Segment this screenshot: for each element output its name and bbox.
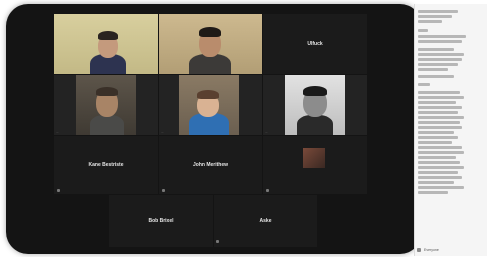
chat-message-line [418,53,464,56]
chat-message-line [418,166,464,169]
chat-message-line [418,58,462,61]
participant-tile-9[interactable] [263,136,367,194]
participant-caption-6: ... [265,130,268,134]
chat-message-line [418,126,462,129]
chat-message-line [418,116,464,119]
participant-caption-4: ... [56,130,59,134]
participant-tile-1[interactable]: ... [54,14,158,74]
chat-message-line [418,191,448,194]
chat-message-line [418,29,428,32]
chat-message-line [418,141,452,144]
chat-message-line [418,156,456,159]
muted-mic-icon [216,240,219,243]
chat-message-line [418,121,460,124]
participant-tile-6[interactable]: ... [263,75,367,135]
chat-recipient-label: Everyone [424,248,439,252]
chat-message-line [418,15,452,18]
chat-message-line [418,68,448,71]
video-call-window: ... ... Ulfuck ... ... ... Kane Bestrist… [6,4,422,254]
participant-tile-7[interactable]: Kane Bestriste [54,136,158,194]
participant-caption-2: ... [161,69,164,73]
participant-video-5 [179,75,239,135]
participant-video-6 [285,75,345,135]
participant-tile-2[interactable]: ... [159,14,262,74]
participant-name-8: John Merithew [192,162,229,168]
chat-panel[interactable]: Everyone [414,4,487,256]
chat-message-line [418,83,430,86]
participant-tile-5[interactable]: ... [159,75,262,135]
participant-name-3: Ulfuck [307,41,323,47]
participant-caption-5: ... [161,130,164,134]
chat-message-line [418,101,456,104]
participant-thumbnail-9 [303,148,325,168]
chat-message-line [418,10,458,13]
chat-message-line [418,48,454,51]
chat-message-line [418,35,466,38]
chat-message-line [418,136,458,139]
chat-message-line [418,63,458,66]
chat-recipient-selector[interactable]: Everyone [417,248,439,252]
chat-message-line [418,151,464,154]
participant-name-10: Bob Brixel [148,218,174,224]
participant-video-4 [76,75,136,135]
chat-message-line [418,131,454,134]
chat-message-line [418,106,462,109]
chat-message-line [418,91,460,94]
muted-mic-icon [57,189,60,192]
muted-mic-icon [162,189,165,192]
participant-caption-1: ... [56,69,59,73]
chat-message-line [418,161,460,164]
chat-message-line [418,171,458,174]
chat-message-line [418,146,462,149]
chat-message-line [418,40,462,43]
participant-name-7: Kane Bestriste [88,162,124,168]
participant-video-2 [159,14,262,74]
chat-message-line [418,186,464,189]
participant-tile-4[interactable]: ... [54,75,158,135]
chat-message-line [418,20,442,23]
muted-mic-icon [266,189,269,192]
participant-name-11: Aske [259,218,272,224]
chat-message-line [418,181,454,184]
participant-video-1 [54,14,158,74]
participant-tile-11[interactable]: Aske [214,195,317,247]
chat-recipient-icon [417,248,421,252]
participant-tile-10[interactable]: Bob Brixel [109,195,213,247]
chat-message-line [418,96,464,99]
chat-message-line [418,176,462,179]
participant-tile-8[interactable]: John Merithew [159,136,262,194]
participant-tile-3[interactable]: Ulfuck [263,14,367,74]
chat-message-line [418,75,454,78]
chat-message-line [418,111,458,114]
